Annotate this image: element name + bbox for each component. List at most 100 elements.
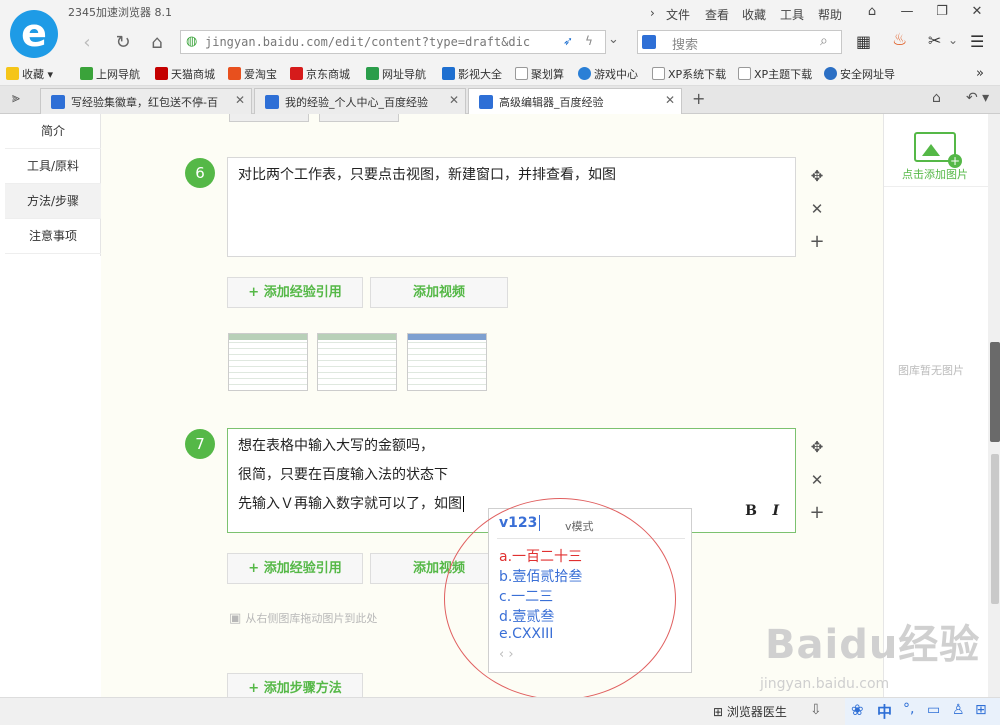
apps-icon[interactable]: ▦	[856, 32, 871, 51]
keyboard-icon[interactable]: ▭	[927, 702, 940, 718]
close-icon[interactable]: ✕	[231, 93, 245, 107]
left-nav: 简介 工具/原料 方法/步骤 注意事项	[5, 114, 101, 256]
close-icon[interactable]: ✕	[665, 93, 675, 107]
bookmark-label: 影视大全	[458, 68, 502, 81]
search-icon[interactable]: ⌕	[820, 33, 828, 49]
step-line: 想在表格中输入大写的金额吗，	[238, 438, 434, 454]
bookmark-item[interactable]: 游戏中心	[578, 66, 638, 82]
app-title: 2345加速浏览器 8.1	[68, 6, 172, 19]
bookmark-item[interactable]: 聚划算	[515, 66, 564, 82]
bookmark-item[interactable]: 上网导航	[80, 66, 140, 82]
bookmark-favorites[interactable]: 收藏 ▾	[6, 66, 53, 82]
search-input[interactable]: 搜索	[672, 34, 698, 53]
image-thumbnail[interactable]	[317, 333, 397, 391]
move-icon[interactable]: ✥	[807, 167, 827, 185]
settings-grid-icon[interactable]: ⊞	[975, 702, 987, 718]
nav-steps[interactable]: 方法/步骤	[5, 184, 101, 219]
scroll-thumb[interactable]	[990, 342, 1000, 442]
browser-window: e 2345加速浏览器 8.1 › 文件 查看 收藏 工具 帮助 ⌂ — ❐ ✕…	[0, 0, 1000, 725]
browser-doctor[interactable]: ⊞ 浏览器医生	[713, 703, 787, 720]
page-scrollbar[interactable]	[988, 114, 1000, 697]
step-number: 7	[185, 429, 215, 459]
minimize-button[interactable]: —	[897, 4, 917, 19]
add-image-icon[interactable]: +	[914, 132, 962, 168]
bookmark-item[interactable]: XP主题下载	[738, 66, 812, 82]
scissors-dropdown-icon[interactable]: ⌄	[948, 33, 958, 47]
menu-help[interactable]: 帮助	[818, 6, 842, 23]
user-icon[interactable]: ♙	[952, 702, 965, 718]
bookmark-item[interactable]: 爱淘宝	[228, 66, 277, 82]
bookmark-item[interactable]: XP系统下载	[652, 66, 726, 82]
add-video-button[interactable]: 添加视频	[370, 277, 508, 308]
bookmark-item[interactable]: 京东商城	[290, 66, 350, 82]
bookmark-item[interactable]: 天猫商城	[155, 66, 215, 82]
sidebar-toggle-icon[interactable]: ⫸	[12, 90, 20, 106]
add-ref-button[interactable]: + 添加经验引用	[227, 277, 363, 308]
ime-language-toggle[interactable]: 中	[877, 701, 892, 722]
back-icon[interactable]: ‹	[76, 32, 98, 53]
add-icon[interactable]: +	[807, 502, 827, 523]
bookmark-label: 游戏中心	[594, 68, 638, 81]
restore-icon[interactable]: ⌂	[932, 90, 941, 106]
image-library-panel: + 点击添加图片 图库暂无图片	[883, 114, 989, 697]
baidu-ime-paw-icon[interactable]: ❀	[851, 701, 864, 719]
address-text[interactable]: jingyan.baidu.com/edit/content?type=draf…	[205, 35, 545, 49]
delete-icon[interactable]: ✕	[807, 200, 827, 218]
rocket-icon[interactable]: ➶	[563, 34, 573, 48]
add-image-link[interactable]: 点击添加图片	[902, 166, 968, 182]
bookmark-label: XP主题下载	[754, 68, 813, 81]
maximize-button[interactable]: ❐	[932, 4, 952, 19]
undo-icon[interactable]: ↶ ▾	[966, 90, 989, 106]
home-icon[interactable]: ⌂	[146, 32, 168, 53]
menu-favorites[interactable]: 收藏	[742, 6, 766, 23]
nav-intro[interactable]: 简介	[5, 114, 101, 149]
move-icon[interactable]: ✥	[807, 438, 827, 456]
image-thumbnail[interactable]	[229, 114, 309, 122]
menu-chevron-icon[interactable]: ›	[650, 6, 655, 20]
menu-icon[interactable]: ☰	[970, 32, 984, 51]
download-icon[interactable]: ⇩	[810, 702, 822, 718]
add-icon[interactable]: +	[807, 231, 827, 252]
image-thumbnail[interactable]	[319, 114, 399, 122]
delete-icon[interactable]: ✕	[807, 471, 827, 489]
tab-3[interactable]: 高级编辑器_百度经验 ✕	[468, 88, 682, 116]
bookmark-item[interactable]: 影视大全	[442, 66, 502, 82]
nav-notes[interactable]: 注意事项	[5, 219, 101, 254]
baidu-search-icon[interactable]	[642, 35, 656, 49]
search-box[interactable]: 搜索 ⌕	[637, 30, 842, 54]
gift-icon[interactable]: ♨	[892, 30, 907, 50]
menu-view[interactable]: 查看	[705, 6, 729, 23]
nav-icon	[80, 67, 93, 80]
italic-button[interactable]: I	[772, 497, 779, 526]
skin-icon[interactable]: ⌂	[862, 4, 882, 19]
address-bar[interactable]: ◍ jingyan.baidu.com/edit/content?type=dr…	[180, 30, 606, 54]
page-icon	[515, 67, 528, 80]
lightning-icon[interactable]: ϟ	[585, 34, 593, 48]
close-window-button[interactable]: ✕	[967, 4, 987, 19]
tab-1[interactable]: 写经验集徽章，红包送不停-百 ✕	[40, 88, 252, 114]
step-line: 很简，只要在百度输入法的状态下	[238, 467, 448, 483]
bold-button[interactable]: B	[745, 497, 757, 526]
bookmark-item[interactable]: 安全网址导	[824, 66, 895, 82]
menu-tools[interactable]: 工具	[780, 6, 804, 23]
step-text-box[interactable]: 对比两个工作表，只要点击视图，新建窗口，并排查看，如图	[227, 157, 796, 257]
image-thumbnail[interactable]	[407, 333, 487, 391]
scissors-icon[interactable]: ✂	[928, 31, 941, 50]
ime-status-bar: ❀ 中 °, ▭ ♙ ⊞	[845, 698, 1000, 725]
page-icon	[652, 67, 665, 80]
bookmark-item[interactable]: 网址导航	[366, 66, 426, 82]
nav-tools[interactable]: 工具/原料	[5, 149, 101, 184]
punctuation-icon[interactable]: °,	[903, 701, 914, 717]
close-icon[interactable]: ✕	[445, 93, 459, 107]
new-tab-icon[interactable]: +	[692, 89, 705, 108]
refresh-icon[interactable]: ↻	[112, 32, 134, 53]
menu-file[interactable]: 文件	[666, 6, 690, 23]
address-dropdown-icon[interactable]: ⌄	[608, 32, 619, 47]
empty-library-text: 图库暂无图片	[898, 364, 964, 377]
add-ref-button[interactable]: + 添加经验引用	[227, 553, 363, 584]
bookmarks-more-icon[interactable]: »	[976, 66, 984, 81]
tab-2[interactable]: 我的经验_个人中心_百度经验 ✕	[254, 88, 466, 114]
bookmarks-bar: 收藏 ▾ 上网导航 天猫商城 爱淘宝 京东商城 网址导航 影视大全 聚划算 游戏…	[0, 62, 1000, 86]
drag-hint-text: 从右侧图库拖动图片到此处	[245, 612, 378, 625]
image-thumbnail[interactable]	[228, 333, 308, 391]
